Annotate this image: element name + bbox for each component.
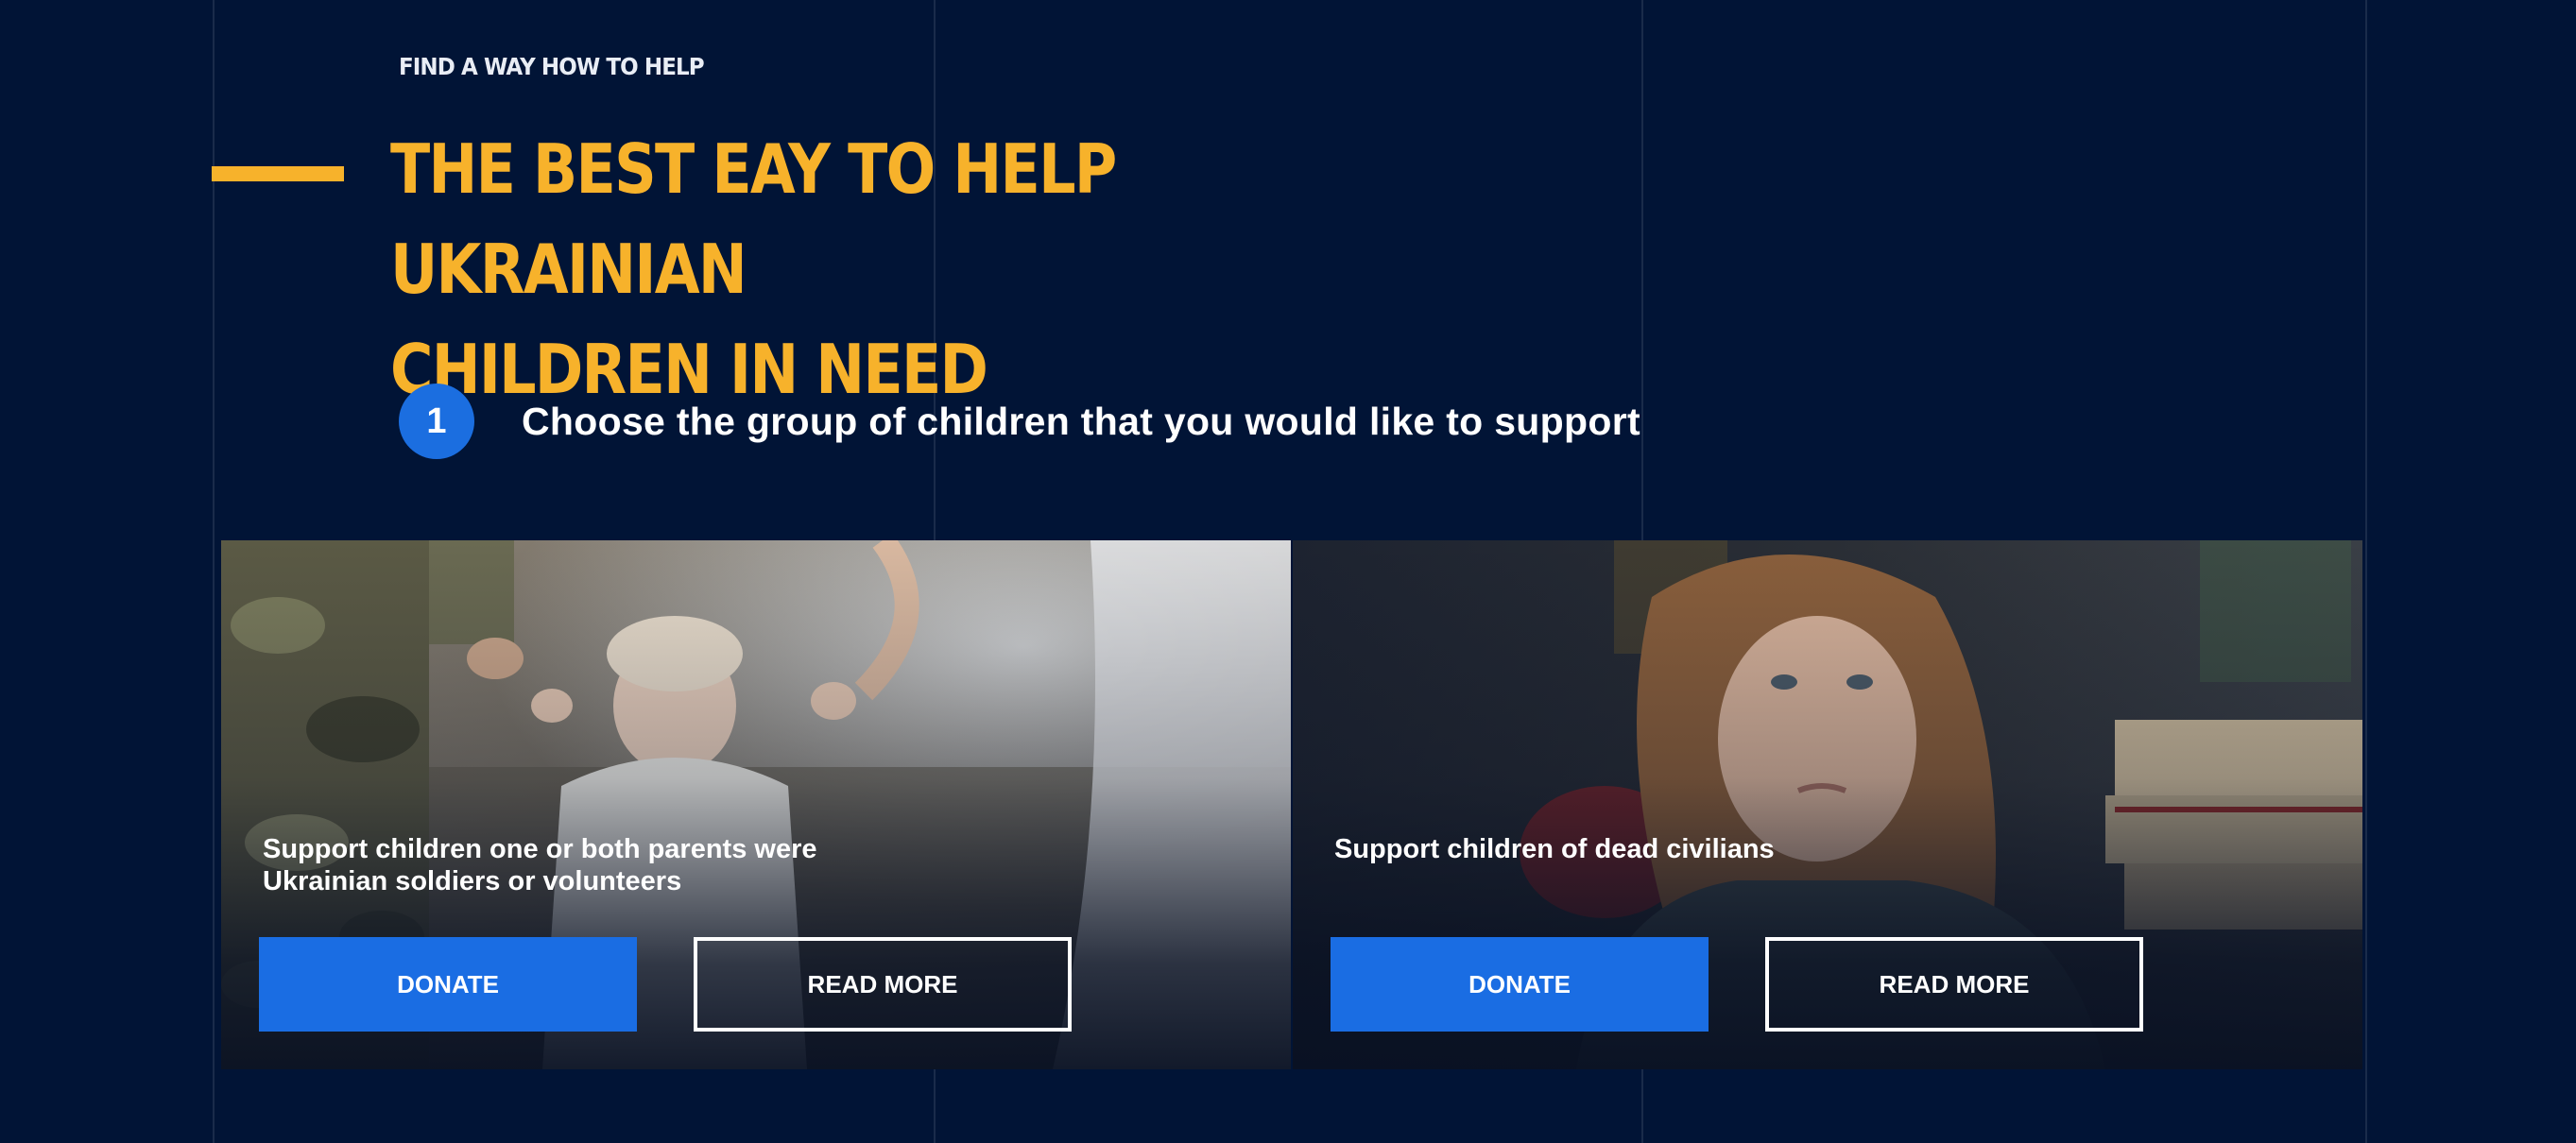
card-title: Support children one or both parents wer…: [263, 833, 943, 897]
donate-button[interactable]: DONATE: [259, 937, 637, 1032]
headline-line-1: THE BEST EAY TO HELP UKRAINIAN: [390, 129, 1117, 309]
donate-button[interactable]: DONATE: [1331, 937, 1709, 1032]
card-title-line-2: Ukrainian soldiers or volunteers: [263, 866, 682, 896]
card-title-line-1: Support children one or both parents wer…: [263, 834, 817, 864]
card-civilian-children: Support children of dead civilians DONAT…: [1293, 540, 2362, 1069]
read-more-button[interactable]: READ MORE: [1765, 937, 2143, 1032]
headline-accent-bar: [212, 166, 344, 181]
step-instruction: 1 Choose the group of children that you …: [399, 384, 1640, 459]
section-headline: THE BEST EAY TO HELP UKRAINIAN CHILDREN …: [390, 119, 1365, 419]
card-title-line-1: Support children of dead civilians: [1334, 834, 1775, 864]
step-number-badge: 1: [399, 384, 474, 459]
grid-divider: [2365, 0, 2367, 1143]
card-soldier-children: Support children one or both parents wer…: [221, 540, 1291, 1069]
step-text: Choose the group of children that you wo…: [522, 399, 1640, 443]
section-eyebrow: FIND A WAY HOW TO HELP: [399, 53, 705, 80]
read-more-button[interactable]: READ MORE: [694, 937, 1072, 1032]
support-cards: Support children one or both parents wer…: [221, 540, 2362, 1069]
card-title: Support children of dead civilians: [1334, 833, 2015, 865]
